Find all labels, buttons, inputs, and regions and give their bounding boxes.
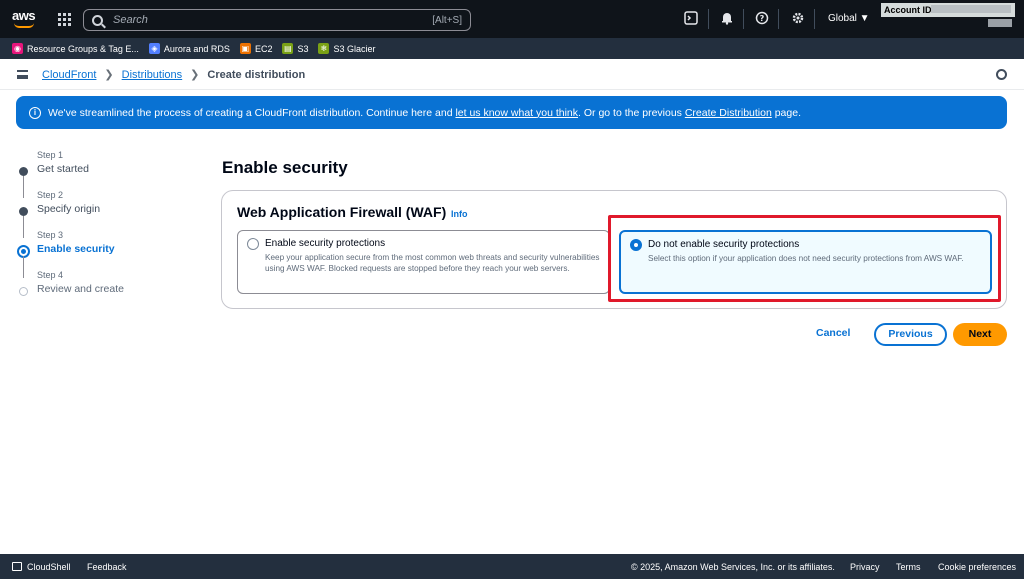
service-icon: ▤ bbox=[282, 43, 294, 54]
cloudshell-link[interactable]: CloudShell bbox=[27, 562, 71, 572]
favorite-label: Resource Groups & Tag E... bbox=[27, 43, 139, 54]
favorite-label: S3 Glacier bbox=[333, 43, 376, 54]
info-icon: i bbox=[29, 106, 41, 119]
breadcrumb-cloudfront[interactable]: CloudFront bbox=[42, 69, 96, 81]
step-number: Step 4 bbox=[37, 270, 64, 280]
favorite-item[interactable]: ◉ Resource Groups & Tag E... bbox=[12, 43, 139, 54]
favorite-item[interactable]: ▤ S3 bbox=[282, 43, 308, 54]
search-placeholder: Search bbox=[113, 14, 148, 26]
step-number: Step 2 bbox=[37, 190, 64, 200]
services-grid-icon[interactable] bbox=[58, 13, 71, 26]
footer: CloudShell Feedback © 2025, Amazon Web S… bbox=[0, 554, 1024, 579]
cloudshell-icon[interactable] bbox=[683, 11, 699, 27]
service-icon: ▣ bbox=[239, 43, 251, 54]
step-review-and-create: Step 4 Review and create bbox=[17, 270, 197, 310]
info-link[interactable]: Info bbox=[451, 209, 468, 219]
step-label: Get started bbox=[37, 163, 89, 175]
search-bar[interactable]: Search [Alt+S] bbox=[83, 9, 471, 31]
service-icon: ◉ bbox=[12, 43, 23, 54]
info-banner: i We've streamlined the process of creat… bbox=[16, 96, 1007, 129]
breadcrumb-bar: CloudFront ❯ Distributions ❯ Create dist… bbox=[0, 59, 1024, 90]
chevron-right-icon: ❯ bbox=[104, 69, 114, 81]
search-shortcut: [Alt+S] bbox=[432, 14, 462, 26]
previous-button[interactable]: Previous bbox=[874, 323, 947, 346]
copyright: © 2025, Amazon Web Services, Inc. or its… bbox=[631, 562, 835, 572]
favorite-item[interactable]: ▣ EC2 bbox=[239, 43, 273, 54]
bell-icon[interactable] bbox=[719, 11, 735, 27]
top-navigation: aws Search [Alt+S] ? Global ▼ Account ID… bbox=[0, 0, 1024, 38]
svg-text:?: ? bbox=[760, 14, 765, 23]
step-number: Step 1 bbox=[37, 150, 64, 160]
favorite-label: S3 bbox=[297, 43, 309, 54]
step-number: Step 3 bbox=[37, 230, 64, 240]
next-button[interactable]: Next bbox=[953, 323, 1007, 346]
option-description: Keep your application secure from the mo… bbox=[265, 253, 600, 273]
highlight-box bbox=[608, 215, 1001, 302]
option-label: Enable security protections bbox=[265, 238, 386, 249]
step-get-started[interactable]: Step 1 Get started bbox=[17, 150, 197, 198]
breadcrumb-current: Create distribution bbox=[207, 68, 306, 81]
option-enable-security[interactable]: Enable security protections Keep your ap… bbox=[237, 230, 610, 294]
step-done-dot bbox=[19, 167, 28, 176]
create-distribution-link[interactable]: Create Distribution bbox=[685, 107, 772, 119]
privacy-link[interactable]: Privacy bbox=[850, 562, 880, 572]
cancel-button[interactable]: Cancel bbox=[816, 327, 850, 339]
favorite-label: EC2 bbox=[254, 43, 273, 54]
service-icon: ◈ bbox=[148, 43, 160, 54]
search-icon bbox=[92, 14, 103, 26]
step-label: Enable security bbox=[37, 243, 115, 255]
favorite-item[interactable]: ❄ S3 Glacier bbox=[318, 43, 376, 54]
step-specify-origin[interactable]: Step 2 Specify origin bbox=[17, 190, 197, 238]
feedback-link[interactable]: Feedback bbox=[87, 562, 127, 572]
step-label: Review and create bbox=[37, 283, 124, 295]
favorite-item[interactable]: ◈ Aurora and RDS bbox=[148, 43, 230, 54]
feedback-link[interactable]: let us know what you think bbox=[455, 107, 578, 119]
aws-logo[interactable]: aws bbox=[12, 8, 38, 30]
breadcrumb: CloudFront ❯ Distributions ❯ Create dist… bbox=[42, 68, 306, 82]
preferences-icon[interactable] bbox=[996, 69, 1007, 80]
help-icon[interactable]: ? bbox=[754, 11, 770, 27]
terms-link[interactable]: Terms bbox=[896, 562, 921, 572]
aws-logo-text: aws bbox=[12, 8, 36, 23]
radio-enable-security[interactable] bbox=[247, 238, 259, 250]
favorite-label: Aurora and RDS bbox=[163, 43, 230, 54]
step-done-dot bbox=[19, 207, 28, 216]
region-selector[interactable]: Global ▼ bbox=[828, 13, 870, 24]
account-id-label: Account ID: bbox=[884, 5, 935, 15]
service-icon: ❄ bbox=[318, 43, 330, 54]
menu-icon[interactable] bbox=[17, 70, 28, 79]
banner-text: We've streamlined the process of creatin… bbox=[48, 106, 801, 119]
favorites-bar: ◉ Resource Groups & Tag E... ◈ Aurora and R… bbox=[0, 38, 1024, 59]
step-enable-security: Step 3 Enable security bbox=[17, 230, 197, 278]
gear-icon[interactable] bbox=[790, 11, 806, 27]
account-id-redacted bbox=[931, 5, 1011, 13]
page-title: Enable security bbox=[222, 158, 348, 177]
account-name-redacted bbox=[988, 19, 1012, 27]
step-label: Specify origin bbox=[37, 203, 101, 215]
wizard-steps: Step 1 Get started Step 2 Specify origin… bbox=[17, 150, 197, 310]
cookie-preferences-link[interactable]: Cookie preferences bbox=[938, 562, 1016, 572]
step-todo-dot bbox=[19, 287, 28, 296]
section-title: Web Application Firewall (WAF) bbox=[237, 204, 447, 220]
chevron-right-icon: ❯ bbox=[190, 69, 200, 81]
breadcrumb-distributions[interactable]: Distributions bbox=[122, 69, 183, 81]
cloudshell-icon[interactable] bbox=[12, 562, 22, 571]
